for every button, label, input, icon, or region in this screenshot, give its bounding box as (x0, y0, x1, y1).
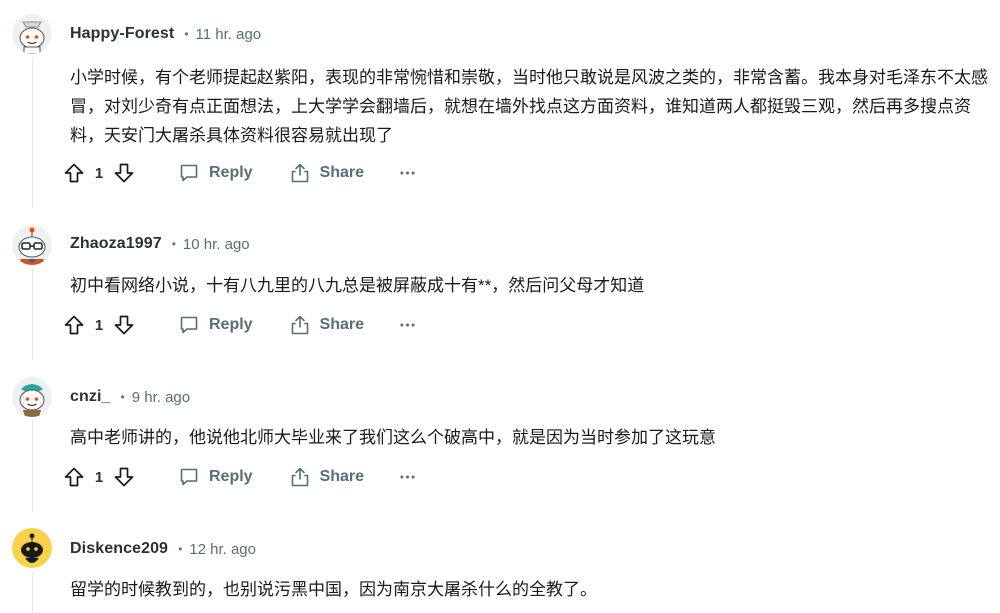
meta-separator: • (120, 390, 125, 404)
timestamp[interactable]: 11 hr. ago (196, 26, 262, 43)
share-icon (291, 163, 308, 183)
comment-bubble-icon (180, 316, 198, 334)
snoo-avatar-icon[interactable] (12, 225, 52, 265)
comment-body: 高中老师讲的，他说他北师大毕业来了我们这么个破高中，就是因为当时参加了这玩意 (70, 428, 716, 447)
comment-bubble-icon (180, 164, 198, 182)
meta-separator: • (178, 542, 183, 556)
thread-line (32, 58, 33, 208)
more-options-icon[interactable] (400, 465, 424, 489)
reply-label: Reply (209, 316, 253, 333)
upvote-icon[interactable] (60, 463, 88, 491)
thread-line (32, 572, 33, 613)
upvote-icon[interactable] (60, 311, 88, 339)
reply-label: Reply (209, 164, 253, 181)
share-icon (291, 467, 308, 487)
author-name[interactable]: Zhaoza1997 (70, 235, 162, 253)
comment-body: 留学的时候教到的，也别说污黑中国，因为南京大屠杀什么的全教了。 (70, 580, 597, 599)
share-button[interactable]: Share (289, 162, 364, 184)
reply-button[interactable]: Reply (178, 314, 253, 336)
timestamp[interactable]: 10 hr. ago (183, 236, 250, 253)
thread-line (32, 268, 33, 360)
downvote-icon[interactable] (110, 159, 138, 187)
comment-meta: cnzi_ • 9 hr. ago (70, 385, 190, 409)
comment-meta: Diskence209 • 12 hr. ago (70, 537, 256, 561)
comment-body: 初中看网络小说，十有八九里的八九总是被屏蔽成十有**，然后问父母才知道 (70, 276, 645, 295)
downvote-icon[interactable] (110, 311, 138, 339)
comment-actions: 1 Reply Share (60, 155, 424, 191)
timestamp[interactable]: 12 hr. ago (189, 541, 256, 558)
vote-count: 1 (94, 164, 104, 182)
comment-meta: Happy-Forest • 11 hr. ago (70, 22, 261, 46)
snoo-avatar-icon[interactable] (12, 14, 52, 54)
more-options-icon[interactable] (400, 313, 424, 337)
share-button[interactable]: Share (289, 466, 364, 488)
snoo-avatar-icon[interactable] (12, 377, 52, 417)
downvote-icon[interactable] (110, 463, 138, 491)
share-label: Share (319, 164, 365, 181)
share-label: Share (319, 316, 365, 333)
meta-separator: • (184, 27, 189, 41)
author-name[interactable]: cnzi_ (70, 388, 111, 406)
share-button[interactable]: Share (289, 314, 364, 336)
comment-actions: 1 Reply Share (60, 459, 424, 495)
snoo-avatar-icon[interactable] (12, 528, 52, 568)
timestamp[interactable]: 9 hr. ago (132, 389, 190, 406)
comment-actions: 1 Reply Share (60, 307, 424, 343)
share-label: Share (319, 468, 365, 485)
upvote-icon[interactable] (60, 159, 88, 187)
share-icon (291, 315, 308, 335)
vote-count: 1 (94, 316, 104, 334)
author-name[interactable]: Happy-Forest (70, 25, 174, 43)
comment-bubble-icon (180, 468, 198, 486)
reply-button[interactable]: Reply (178, 466, 253, 488)
author-name[interactable]: Diskence209 (70, 540, 168, 558)
meta-separator: • (171, 237, 176, 251)
reply-button[interactable]: Reply (178, 162, 253, 184)
more-options-icon[interactable] (400, 161, 424, 185)
vote-count: 1 (94, 468, 104, 486)
comment-thread: Happy-Forest • 11 hr. ago 小学时候，有个老师提起赵紫阳… (0, 0, 1000, 613)
comment-meta: Zhaoza1997 • 10 hr. ago (70, 232, 250, 256)
comment-body: 小学时候，有个老师提起赵紫阳，表现的非常惋惜和崇敬，当时他只敢说是风波之类的，非… (70, 68, 988, 145)
thread-line (32, 420, 33, 512)
reply-label: Reply (209, 468, 253, 485)
